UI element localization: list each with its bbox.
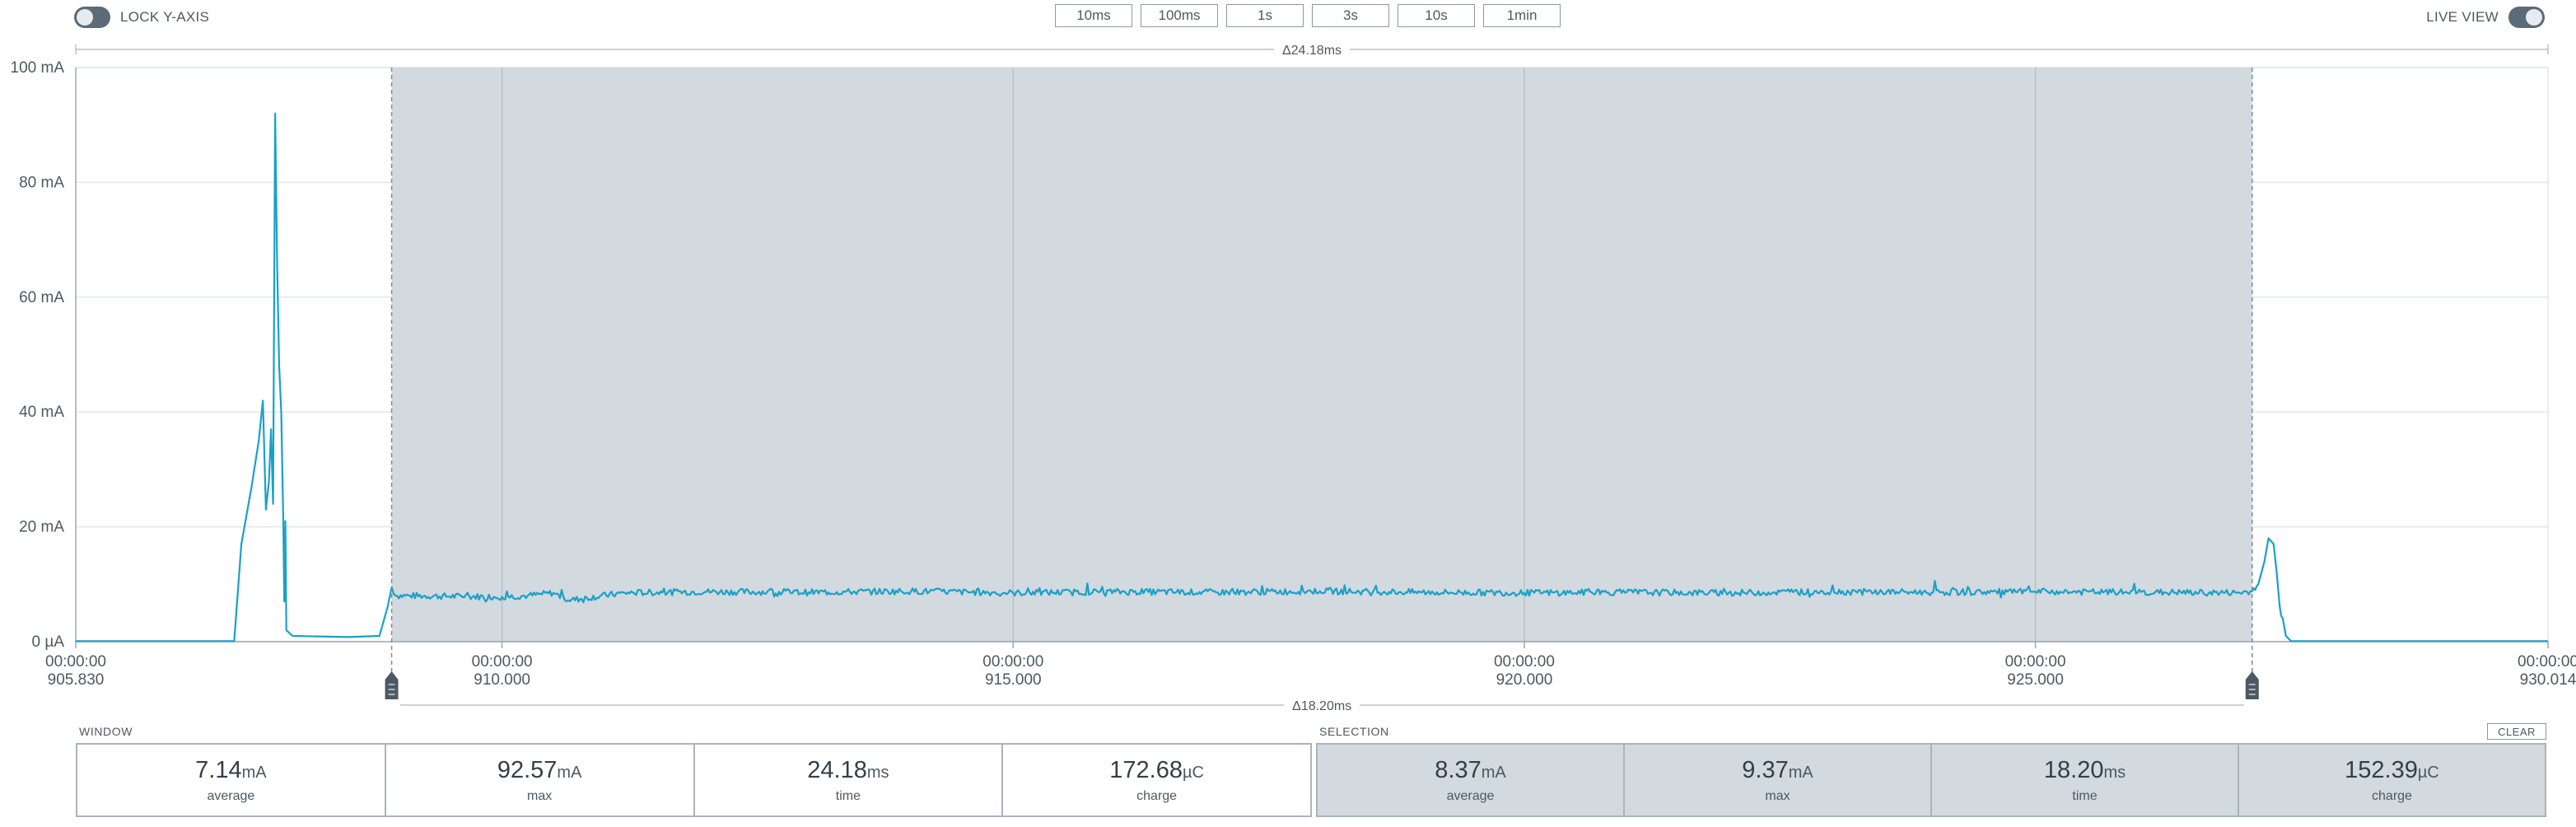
stat-unit: ms [2103,763,2126,782]
x-tick-label: 920.000 [1496,671,1553,689]
y-tick-label: 0 µA [32,633,65,651]
stat-value: 152.39 [2345,756,2418,783]
stat-value: 7.14 [195,756,242,783]
selection-time-stat: 18.20ms time [1932,745,2239,815]
stat-caption: max [1765,788,1790,803]
selection-charge-stat: 152.39µC charge [2239,745,2545,815]
stat-caption: charge [1136,788,1178,803]
stat-caption: average [1446,788,1495,803]
stat-unit: µC [2417,763,2439,782]
window-average-stat: 7.14mA average [77,745,386,815]
x-tick-time-label: 00:00:00 [982,653,1043,670]
stat-value: 24.18 [807,756,867,783]
window-stats-panel: 7.14mA average 92.57mA max 24.18ms time … [76,743,1312,817]
stat-unit: µC [1182,763,1204,782]
stat-value: 8.37 [1435,756,1482,783]
window-delta-bracket: Δ24.18ms [75,41,2549,58]
y-tick-label: 40 mA [19,404,64,421]
x-tick-label: 905.830 [48,671,105,689]
window-charge-stat: 172.68µC charge [1003,745,1310,815]
stat-caption: time [835,788,861,803]
stat-unit: mA [557,763,582,782]
x-tick-label: 915.000 [985,671,1042,689]
x-tick-label: 930.014 [2520,671,2576,689]
x-tick-label: 925.000 [2007,671,2064,689]
y-tick-label: 100 mA [11,59,65,77]
x-tick-time-label: 00:00:00 [1494,653,1555,670]
stat-caption: max [527,788,553,803]
stat-unit: mA [1788,763,1813,782]
window-time-stat: 24.18ms time [695,745,1004,815]
current-chart[interactable]: Δ24.18ms 0 µA 20 mA 40 mA 60 mA 80 mA 100 mA 0… [0,0,2576,717]
stat-value: 9.37 [1742,756,1789,783]
stat-caption: average [207,788,255,803]
window-delta-label: Δ24.18ms [1282,44,1342,58]
window-panel-title: WINDOW [79,725,133,738]
stat-unit: mA [241,763,267,782]
stat-value: 18.20 [2043,756,2104,783]
selection-stats-panel: 8.37mA average 9.37mA max 18.20ms time 1… [1316,743,2546,817]
selection-region[interactable] [391,68,2252,642]
stat-value: 92.57 [497,756,558,783]
selection-delta-bracket: Δ18.20ms [399,697,2244,713]
selection-max-stat: 9.37mA max [1625,745,1932,815]
stat-unit: ms [866,763,889,782]
selection-average-stat: 8.37mA average [1318,745,1625,815]
window-max-stat: 92.57mA max [386,745,695,815]
stat-unit: mA [1481,763,1506,782]
stat-value: 172.68 [1109,756,1183,783]
x-tick-label: 910.000 [474,671,530,689]
stat-caption: time [2072,788,2098,803]
x-tick-time-label: 00:00:00 [472,653,533,670]
clear-selection-button[interactable]: CLEAR [2487,723,2546,740]
selection-delta-label: Δ18.20ms [1292,699,1351,713]
selection-panel-title: SELECTION [1319,725,1389,738]
y-tick-label: 60 mA [19,289,64,306]
selection-end-handle-icon[interactable] [2245,671,2259,699]
x-tick-time-label: 00:00:00 [2518,653,2576,670]
stat-caption: charge [2372,788,2412,803]
y-tick-label: 20 mA [19,519,64,536]
x-tick-time-label: 00:00:00 [45,653,106,670]
selection-start-handle-icon[interactable] [385,671,399,699]
x-tick-time-label: 00:00:00 [2005,653,2066,670]
y-tick-label: 80 mA [19,174,64,191]
